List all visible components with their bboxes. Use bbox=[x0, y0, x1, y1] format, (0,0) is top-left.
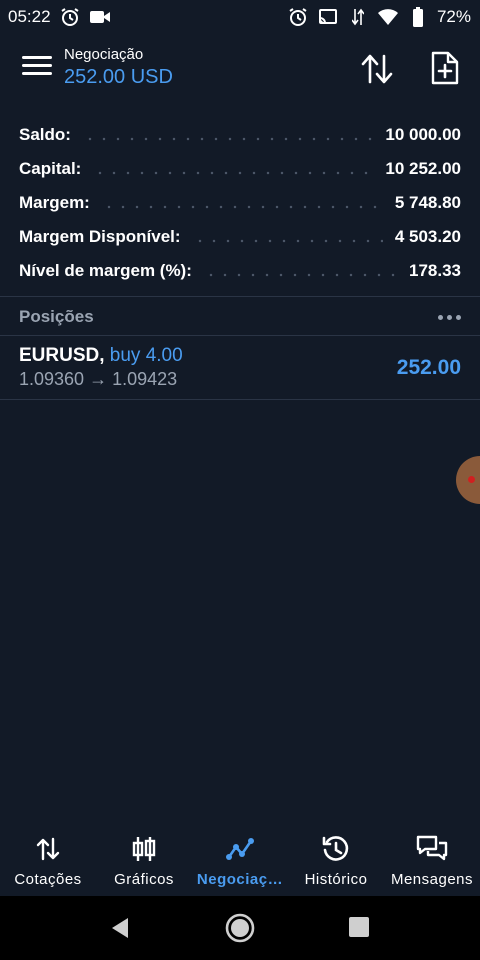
dotted-leader bbox=[192, 239, 383, 243]
page-title: Negociação bbox=[64, 46, 144, 63]
summary-value: 10 252.00 bbox=[385, 159, 461, 178]
tab-label: Negociaç… bbox=[196, 871, 284, 888]
summary-row-nivel-margem: Nível de margem (%): 178.33 bbox=[0, 254, 480, 288]
bottom-navigation: Cotações Gráficos Negociaç… Histórico Me… bbox=[0, 826, 480, 896]
tab-graficos[interactable]: Gráficos bbox=[96, 826, 192, 896]
app-screen: 05:22 72% Negociação 252.00 USD Saldo: 1… bbox=[0, 0, 480, 960]
status-bar: 05:22 72% bbox=[0, 0, 480, 34]
divider bbox=[0, 296, 480, 297]
video-camera-icon bbox=[89, 6, 111, 28]
back-button[interactable] bbox=[108, 916, 132, 940]
positions-title: Posições bbox=[19, 307, 94, 326]
position-title: EURUSD, buy 4.00 bbox=[19, 345, 183, 367]
more-options-button[interactable] bbox=[438, 309, 461, 326]
summary-row-saldo: Saldo: 10 000.00 bbox=[0, 118, 480, 152]
new-order-button[interactable] bbox=[430, 50, 460, 86]
tab-label: Mensagens bbox=[390, 871, 474, 888]
summary-label: Margem: bbox=[19, 193, 90, 212]
sort-arrows-icon bbox=[361, 54, 393, 84]
back-triangle-icon bbox=[112, 918, 128, 938]
summary-row-margem-disponivel: Margem Disponível: 4 503.20 bbox=[0, 220, 480, 254]
summary-value: 5 748.80 bbox=[394, 193, 461, 212]
tab-negociacao[interactable]: Negociaç… bbox=[192, 826, 288, 896]
summary-label: Capital: bbox=[19, 159, 82, 178]
dotted-leader bbox=[203, 273, 397, 277]
cast-icon bbox=[317, 6, 339, 28]
account-profit: 252.00 USD bbox=[64, 66, 173, 88]
tab-historico[interactable]: Histórico bbox=[288, 826, 384, 896]
position-profit: 252.00 bbox=[396, 356, 461, 379]
history-icon bbox=[321, 832, 351, 866]
tab-label: Gráficos bbox=[114, 871, 174, 888]
positions-header: Posições bbox=[0, 298, 480, 336]
app-bar: Negociação 252.00 USD bbox=[0, 34, 480, 106]
dotted-leader bbox=[93, 171, 374, 175]
tab-cotacoes[interactable]: Cotações bbox=[0, 826, 96, 896]
candlestick-icon bbox=[131, 832, 157, 866]
tab-label: Histórico bbox=[304, 871, 368, 888]
wifi-icon bbox=[377, 6, 399, 28]
dotted-leader bbox=[82, 137, 374, 141]
arrows-updown-icon bbox=[35, 832, 61, 866]
trade-line-icon bbox=[225, 832, 255, 866]
header-title-block: Negociação 252.00 USD bbox=[64, 46, 173, 89]
battery-icon bbox=[407, 6, 429, 28]
notification-dot bbox=[468, 476, 475, 483]
summary-label: Saldo: bbox=[19, 125, 71, 144]
alarm-icon bbox=[59, 6, 81, 28]
summary-row-margem: Margem: 5 748.80 bbox=[0, 186, 480, 220]
new-document-icon bbox=[431, 51, 459, 85]
dotted-leader bbox=[101, 205, 383, 209]
home-button[interactable] bbox=[224, 912, 256, 944]
sort-button[interactable] bbox=[360, 52, 394, 86]
summary-value: 178.33 bbox=[409, 261, 461, 280]
chat-icon bbox=[415, 832, 449, 866]
home-circle-icon bbox=[225, 913, 255, 943]
summary-label: Margem Disponível: bbox=[19, 227, 181, 246]
summary-value: 10 000.00 bbox=[385, 125, 461, 144]
position-side: buy 4.00 bbox=[109, 345, 183, 366]
position-prices: 1.09360 → 1.09423 bbox=[19, 369, 178, 389]
more-dots-icon bbox=[438, 314, 443, 320]
system-navigation-bar bbox=[0, 896, 480, 960]
recent-apps-button[interactable] bbox=[349, 917, 369, 937]
divider bbox=[0, 399, 480, 400]
menu-button[interactable] bbox=[22, 56, 52, 82]
battery-level: 72% bbox=[436, 7, 471, 26]
status-time: 05:22 bbox=[8, 7, 51, 26]
position-symbol: EURUSD, bbox=[19, 345, 105, 366]
floating-bubble[interactable] bbox=[456, 456, 480, 504]
summary-value: 4 503.20 bbox=[394, 227, 461, 246]
data-transfer-icon bbox=[347, 6, 369, 28]
summary-label: Nível de margem (%): bbox=[19, 261, 192, 280]
account-summary: Saldo: 10 000.00 Capital: 10 252.00 Marg… bbox=[0, 118, 480, 288]
tab-mensagens[interactable]: Mensagens bbox=[384, 826, 480, 896]
menu-icon bbox=[22, 56, 52, 59]
summary-row-capital: Capital: 10 252.00 bbox=[0, 152, 480, 186]
tab-label: Cotações bbox=[14, 871, 82, 888]
alarm-icon bbox=[287, 6, 309, 28]
position-row[interactable]: EURUSD, buy 4.00 1.09360 → 1.09423 252.0… bbox=[0, 336, 480, 399]
